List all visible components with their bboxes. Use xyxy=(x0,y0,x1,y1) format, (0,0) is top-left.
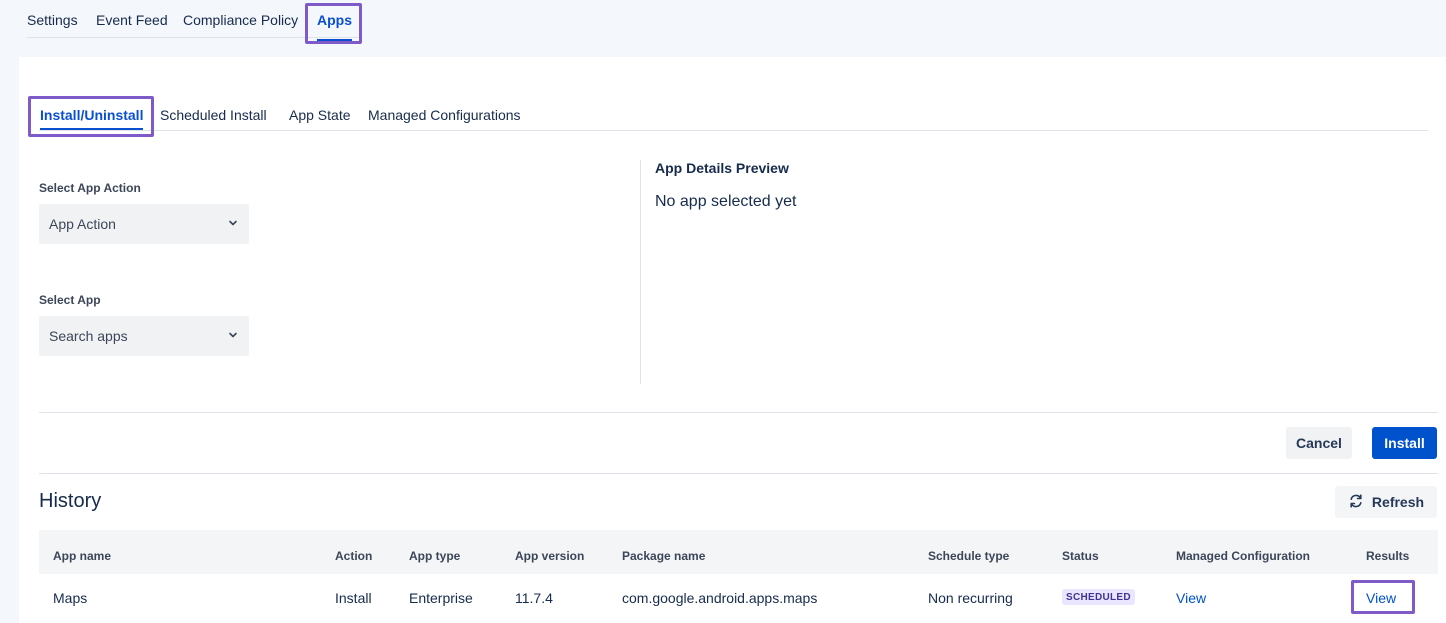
tab-settings[interactable]: Settings xyxy=(27,12,78,28)
app-search-value: Search apps xyxy=(49,328,128,344)
tab-managed-configurations[interactable]: Managed Configurations xyxy=(368,107,521,123)
cell-app-name: Maps xyxy=(53,590,88,606)
refresh-button[interactable]: Refresh xyxy=(1335,486,1437,518)
top-nav: Settings Event Feed Compliance Policy Ap… xyxy=(0,0,1446,56)
tab-apps[interactable]: Apps xyxy=(317,12,352,41)
column-results: Results xyxy=(1366,549,1410,563)
cell-action: Install xyxy=(335,590,372,606)
app-action-select[interactable]: App Action xyxy=(39,204,249,244)
history-title: History xyxy=(39,490,102,512)
sub-nav-divider xyxy=(39,130,1428,131)
app-action-value: App Action xyxy=(49,216,116,232)
column-status: Status xyxy=(1062,549,1099,563)
status-badge: SCHEDULED xyxy=(1062,589,1135,605)
app-label: Select App xyxy=(39,293,101,307)
managed-configuration-view-link[interactable]: View xyxy=(1176,590,1206,606)
tab-scheduled-install[interactable]: Scheduled Install xyxy=(160,107,267,123)
top-nav-divider xyxy=(27,37,361,38)
preview-divider xyxy=(640,160,641,384)
column-action: Action xyxy=(335,549,373,563)
history-divider xyxy=(39,473,1438,474)
app-search-select[interactable]: Search apps xyxy=(39,316,249,356)
column-managed-configuration: Managed Configuration xyxy=(1176,549,1310,563)
install-button[interactable]: Install xyxy=(1372,427,1437,459)
column-app-version: App version xyxy=(515,549,585,563)
chevron-down-icon xyxy=(227,216,239,232)
column-app-type: App type xyxy=(409,549,461,563)
app-action-label: Select App Action xyxy=(39,181,141,195)
results-view-link[interactable]: View xyxy=(1366,590,1396,606)
cell-app-version: 11.7.4 xyxy=(515,590,553,606)
chevron-down-icon xyxy=(227,328,239,344)
cell-app-type: Enterprise xyxy=(409,590,473,606)
tab-event-feed[interactable]: Event Feed xyxy=(96,12,168,28)
preview-empty-text: No app selected yet xyxy=(655,193,797,210)
cancel-button[interactable]: Cancel xyxy=(1286,427,1352,459)
tab-compliance-policy[interactable]: Compliance Policy xyxy=(183,12,298,28)
tab-app-state[interactable]: App State xyxy=(289,107,351,123)
column-package-name: Package name xyxy=(622,549,706,563)
tab-install-uninstall[interactable]: Install/Uninstall xyxy=(40,107,144,130)
cell-schedule-type: Non recurring xyxy=(928,590,1013,606)
cell-package-name: com.google.android.apps.maps xyxy=(622,590,818,606)
form-divider xyxy=(39,412,1438,413)
preview-title: App Details Preview xyxy=(655,160,789,176)
refresh-label: Refresh xyxy=(1371,494,1425,510)
refresh-icon xyxy=(1348,493,1364,512)
column-schedule-type: Schedule type xyxy=(928,549,1010,563)
column-app-name: App name xyxy=(53,549,112,563)
